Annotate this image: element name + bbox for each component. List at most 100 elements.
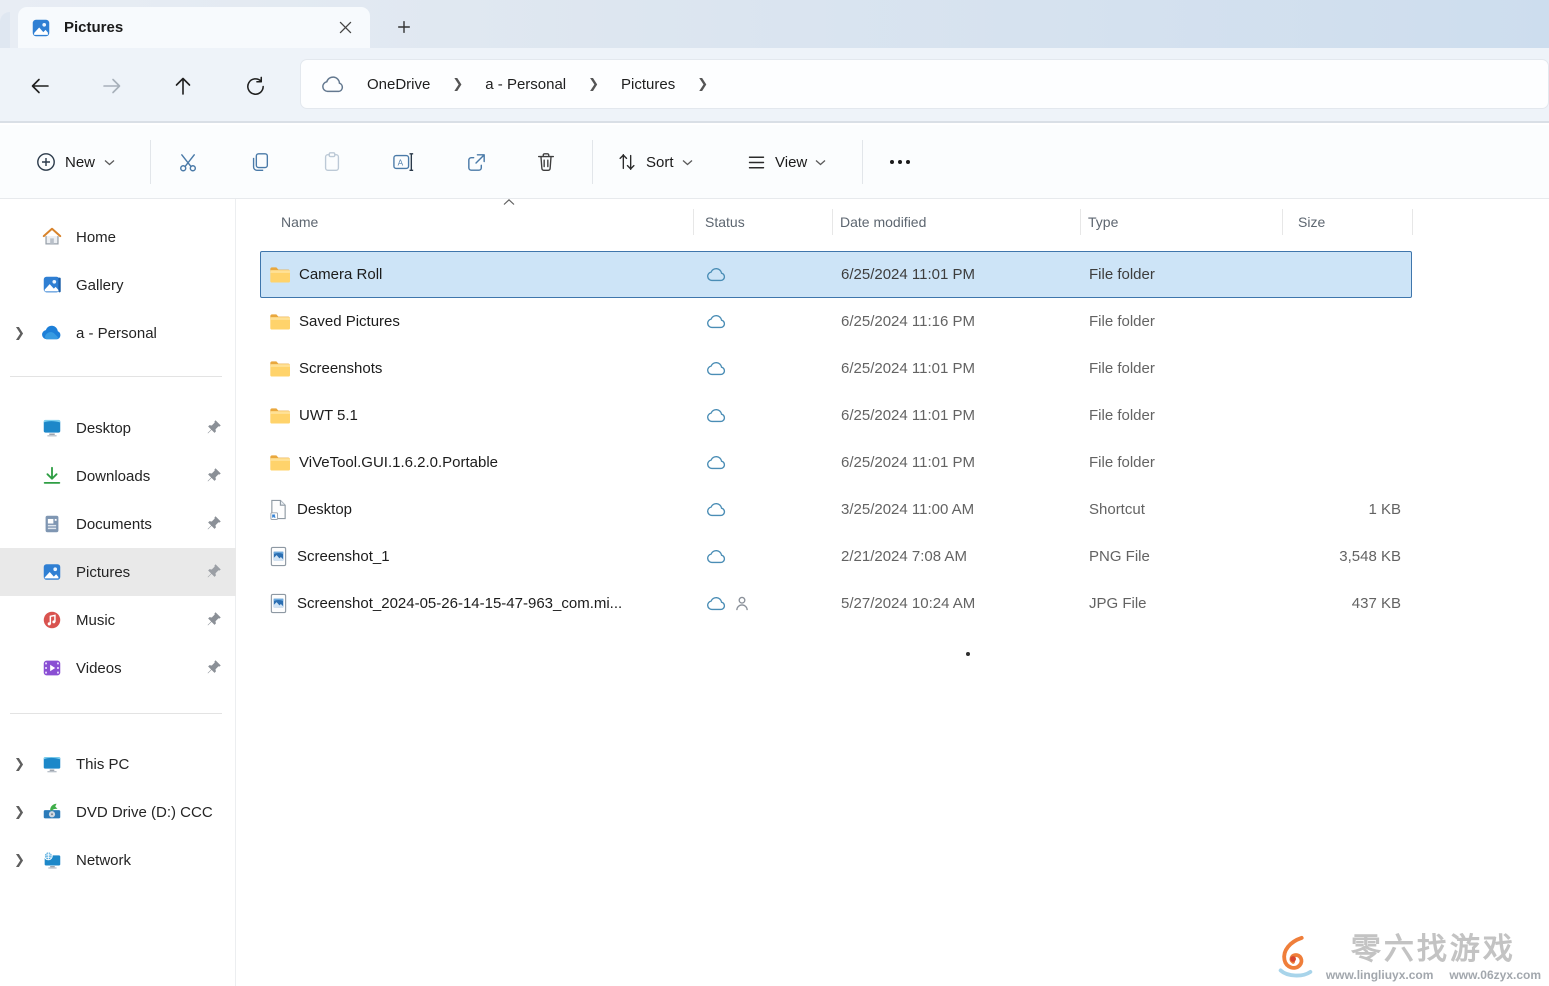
expand-chevron-icon[interactable]: ❯ (14, 804, 40, 820)
pin-icon[interactable] (205, 466, 223, 484)
sidebar-item-videos[interactable]: Videos (0, 644, 236, 692)
cloud-status-icon (706, 314, 728, 329)
sidebar-divider (10, 713, 222, 714)
pictures-icon (40, 560, 64, 584)
copy-button[interactable] (238, 142, 282, 182)
command-toolbar: New A Sort View (0, 125, 1549, 199)
delete-button[interactable] (524, 142, 568, 182)
breadcrumb-pictures[interactable]: Pictures (611, 70, 685, 99)
navigation-bar: OneDrive ❯ a - Personal ❯ Pictures ❯ (0, 48, 1549, 123)
cloud-status-icon (706, 549, 728, 564)
forward-button[interactable] (94, 70, 130, 102)
sidebar-item-documents[interactable]: Documents (0, 500, 236, 548)
sidebar-item-label: Pictures (76, 564, 130, 581)
back-button[interactable] (22, 70, 58, 102)
onedrive-icon (40, 321, 64, 345)
music-icon (40, 608, 64, 632)
sidebar-item-gallery[interactable]: Gallery (0, 261, 236, 309)
column-header-size[interactable]: Size (1282, 214, 1412, 230)
pin-icon[interactable] (205, 658, 223, 676)
sidebar-item-this-pc[interactable]: ❯ This PC (0, 740, 236, 788)
watermark-logo-icon (1272, 934, 1318, 982)
folder-icon (269, 266, 290, 284)
column-divider[interactable] (1412, 209, 1413, 235)
sidebar-item-downloads[interactable]: Downloads (0, 452, 236, 500)
watermark-url-left: www.lingliuyx.com (1326, 968, 1434, 982)
sort-button[interactable]: Sort (606, 142, 703, 182)
column-divider[interactable] (1282, 209, 1283, 235)
column-divider[interactable] (832, 209, 833, 235)
tab-close-icon[interactable] (332, 15, 358, 41)
sidebar-item-label: Network (76, 852, 131, 869)
watermark-title: 零六找游戏 (1351, 935, 1516, 965)
column-header-name[interactable]: Name (260, 214, 693, 230)
file-row-screenshot-1[interactable]: Screenshot_1 2/21/2024 7:08 AM PNG File … (260, 533, 1412, 580)
tab-title: Pictures (64, 19, 320, 36)
breadcrumb-chevron-icon[interactable]: ❯ (446, 76, 469, 92)
file-row-screenshot-2024[interactable]: Screenshot_2024-05-26-14-15-47-963_com.m… (260, 580, 1412, 627)
sidebar-item-dvd-drive[interactable]: ❯ DVD Drive (D:) CCC (0, 788, 236, 836)
rename-button[interactable]: A (382, 142, 426, 182)
view-button[interactable]: View (736, 142, 836, 182)
shared-person-icon (735, 596, 749, 611)
breadcrumb-chevron-icon[interactable]: ❯ (691, 76, 714, 92)
column-header-date-modified[interactable]: Date modified (832, 214, 1080, 230)
new-tab-button[interactable] (388, 12, 420, 42)
cut-button[interactable] (166, 142, 210, 182)
shortcut-file-icon (269, 499, 288, 520)
address-bar[interactable]: OneDrive ❯ a - Personal ❯ Pictures ❯ (300, 59, 1549, 109)
sidebar-item-label: Downloads (76, 468, 150, 485)
share-button[interactable] (454, 142, 498, 182)
sidebar-item-pictures[interactable]: Pictures (0, 548, 236, 596)
file-row-screenshots[interactable]: Screenshots 6/25/2024 11:01 PM File fold… (260, 345, 1412, 392)
pin-icon[interactable] (205, 562, 223, 580)
sort-ascending-icon (502, 198, 516, 206)
file-row-camera-roll[interactable]: Camera Roll 6/25/2024 11:01 PM File fold… (260, 251, 1412, 298)
file-row-vivetool[interactable]: ViVeTool.GUI.1.6.2.0.Portable 6/25/2024 … (260, 439, 1412, 486)
sidebar-item-onedrive-personal[interactable]: ❯ a - Personal (0, 309, 236, 357)
gallery-icon (40, 273, 64, 297)
pin-icon[interactable] (205, 610, 223, 628)
new-button[interactable]: New (24, 142, 127, 182)
tab-pictures[interactable]: Pictures (18, 7, 370, 48)
breadcrumb-chevron-icon[interactable]: ❯ (582, 76, 605, 92)
site-watermark: 零六找游戏 www.lingliuyx.com www.06zyx.com (1272, 934, 1541, 982)
column-header-type[interactable]: Type (1080, 214, 1282, 230)
see-more-button[interactable] (878, 142, 922, 182)
expand-chevron-icon[interactable]: ❯ (14, 756, 40, 772)
stray-pixel-artifact (966, 652, 970, 656)
sidebar-item-label: DVD Drive (D:) CCC (76, 804, 213, 821)
expand-chevron-icon[interactable]: ❯ (14, 852, 40, 868)
tab-bar: Pictures (0, 0, 1549, 48)
folder-icon (269, 454, 290, 472)
sidebar-item-network[interactable]: ❯ Network (0, 836, 236, 884)
image-file-icon (269, 546, 288, 567)
column-divider[interactable] (693, 209, 694, 235)
pin-icon[interactable] (205, 514, 223, 532)
sidebar-item-music[interactable]: Music (0, 596, 236, 644)
toolbar-separator (862, 140, 863, 184)
file-row-saved-pictures[interactable]: Saved Pictures 6/25/2024 11:16 PM File f… (260, 298, 1412, 345)
paste-button[interactable] (310, 142, 354, 182)
downloads-icon (40, 464, 64, 488)
column-divider[interactable] (1080, 209, 1081, 235)
sidebar-item-home[interactable]: Home (0, 213, 236, 261)
new-button-label: New (65, 154, 95, 171)
navigation-pane: Home Gallery ❯ a - Personal Desktop Down… (0, 199, 236, 986)
file-row-desktop-shortcut[interactable]: Desktop 3/25/2024 11:00 AM Shortcut 1 KB (260, 486, 1412, 533)
expand-chevron-icon[interactable]: ❯ (14, 325, 40, 341)
file-row-uwt[interactable]: UWT 5.1 6/25/2024 11:01 PM File folder (260, 392, 1412, 439)
sidebar-item-desktop[interactable]: Desktop (0, 404, 236, 452)
this-pc-icon (40, 752, 64, 776)
cloud-status-icon (706, 455, 728, 470)
refresh-button[interactable] (237, 70, 273, 102)
documents-icon (40, 512, 64, 536)
image-file-icon (269, 593, 288, 614)
column-header-status[interactable]: Status (693, 214, 832, 230)
up-button[interactable] (165, 70, 201, 102)
sidebar-item-label: Gallery (76, 277, 124, 294)
window-corner-decoration (0, 12, 10, 48)
pin-icon[interactable] (205, 418, 223, 436)
breadcrumb-a-personal[interactable]: a - Personal (475, 70, 576, 99)
breadcrumb-onedrive[interactable]: OneDrive (357, 70, 440, 99)
